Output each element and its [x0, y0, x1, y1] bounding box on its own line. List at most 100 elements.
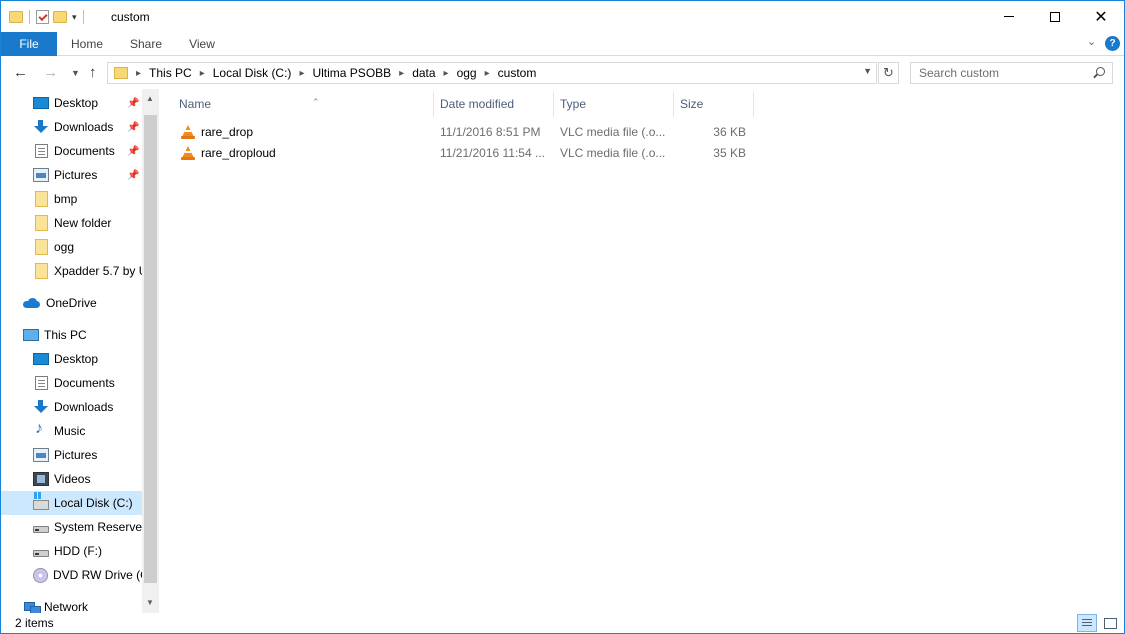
file-row[interactable]: rare_droploud 11/21/2016 11:54 ... VLC m… — [173, 143, 754, 164]
downloads-icon — [33, 120, 49, 134]
large-icons-view-icon[interactable] — [1100, 614, 1120, 632]
new-folder-icon[interactable] — [53, 11, 67, 23]
file-list: ⌃ Name Date modified Type Size rare_drop… — [160, 89, 1124, 613]
search-input[interactable] — [911, 63, 1081, 83]
column-header-label: Type — [560, 97, 587, 111]
file-type: VLC media file (.o... — [560, 146, 666, 160]
item-count: 2 items — [15, 616, 54, 630]
folder-icon — [35, 263, 48, 279]
sidebar-item-pc-documents[interactable]: Documents — [1, 371, 142, 395]
sidebar-item-hdd[interactable]: HDD (F:) — [1, 539, 142, 563]
tab-file[interactable]: File — [1, 32, 57, 56]
details-view-icon[interactable] — [1077, 614, 1097, 632]
address-bar[interactable]: ▸ This PC ▸ Local Disk (C:) ▸ Ultima PSO… — [107, 62, 877, 84]
sidebar-item-pc-pictures[interactable]: Pictures — [1, 443, 142, 467]
customize-toolbar-chevron-icon[interactable]: ▾ — [72, 12, 77, 23]
sidebar-item-pc-videos[interactable]: Videos — [1, 467, 142, 491]
tab-share[interactable]: Share — [123, 32, 169, 56]
forward-arrow-icon[interactable]: → — [43, 64, 58, 81]
drive-icon — [33, 549, 49, 557]
breadcrumb-this-pc[interactable]: This PC — [149, 66, 192, 80]
title-bar: ▾ custom ✕ — [1, 1, 1124, 32]
sidebar-item-documents[interactable]: Documents 📌 — [1, 139, 142, 163]
back-arrow-icon[interactable]: ← — [13, 64, 28, 81]
scroll-down-icon[interactable]: ▼ — [146, 598, 154, 607]
sidebar-item-ogg[interactable]: ogg — [1, 235, 142, 259]
search-box[interactable] — [910, 62, 1113, 84]
column-header-type[interactable]: Type — [554, 92, 674, 117]
sidebar-item-label: Videos — [54, 472, 91, 486]
sidebar-item-label: Documents — [54, 376, 115, 390]
chevron-right-icon[interactable]: ▸ — [444, 68, 449, 79]
sidebar-item-new-folder[interactable]: New folder — [1, 211, 142, 235]
sidebar-item-label: Desktop — [54, 352, 99, 366]
sidebar-item-label: Local Disk (C:) — [54, 496, 133, 510]
downloads-icon — [33, 400, 49, 414]
chevron-right-icon[interactable]: ▸ — [299, 68, 304, 79]
navigation-scrollbar[interactable]: ▲ ▼ — [142, 89, 159, 613]
minimize-icon — [1004, 16, 1014, 17]
windows-drive-icon — [33, 492, 49, 510]
sidebar-item-pc-downloads[interactable]: Downloads — [1, 395, 142, 419]
breadcrumb-ultima-psobb[interactable]: Ultima PSOBB — [312, 66, 391, 80]
sidebar-item-label: Downloads — [54, 120, 114, 134]
recent-locations-chevron-icon[interactable]: ▼ — [71, 68, 80, 78]
window-title: custom — [111, 10, 150, 24]
scroll-up-icon[interactable]: ▲ — [146, 94, 154, 103]
sidebar-item-label: Xpadder 5.7 by U — [54, 264, 142, 278]
sidebar-item-pc-music[interactable]: Music — [1, 419, 142, 443]
sidebar-item-bmp[interactable]: bmp — [1, 187, 142, 211]
file-type: VLC media file (.o... — [560, 125, 666, 139]
sidebar-item-this-pc[interactable]: This PC — [1, 323, 142, 347]
tab-view[interactable]: View — [181, 32, 223, 56]
this-pc-icon — [23, 329, 39, 341]
chevron-right-icon[interactable]: ▸ — [136, 68, 141, 79]
column-header-date-modified[interactable]: Date modified — [434, 92, 554, 117]
breadcrumb-custom[interactable]: custom — [498, 66, 537, 80]
breadcrumb-ogg[interactable]: ogg — [457, 66, 477, 80]
sidebar-item-system-reserved[interactable]: System Reserved — [1, 515, 142, 539]
file-size: 35 KB — [713, 146, 746, 160]
vlc-icon — [181, 146, 195, 161]
search-icon[interactable] — [1096, 67, 1105, 76]
navigation-bar: ← → ▼ ↑ ▸ This PC ▸ Local Disk (C:) ▸ Ul… — [1, 57, 1124, 89]
column-header-size[interactable]: Size — [674, 92, 754, 117]
column-header-name[interactable]: ⌃ Name — [173, 92, 434, 117]
chevron-right-icon[interactable]: ▸ — [485, 68, 490, 79]
tab-home[interactable]: Home — [62, 32, 112, 56]
file-date-modified: 11/21/2016 11:54 ... — [440, 146, 545, 160]
file-row[interactable]: rare_drop 11/1/2016 8:51 PM VLC media fi… — [173, 122, 754, 143]
refresh-button[interactable]: ↻ — [878, 62, 899, 84]
pin-icon: 📌 — [127, 121, 140, 133]
up-arrow-icon[interactable]: ↑ — [89, 64, 97, 81]
minimize-button[interactable] — [986, 1, 1032, 32]
close-button[interactable]: ✕ — [1078, 1, 1124, 32]
maximize-button[interactable] — [1032, 1, 1078, 32]
breadcrumb-data[interactable]: data — [412, 66, 435, 80]
quick-access-toolbar: ▾ — [9, 7, 86, 27]
sidebar-item-onedrive[interactable]: OneDrive — [1, 291, 142, 315]
help-icon[interactable]: ? — [1105, 36, 1120, 51]
scrollbar-thumb[interactable] — [144, 115, 157, 583]
expand-ribbon-chevron-icon[interactable]: ⌄ — [1087, 35, 1096, 48]
sidebar-item-desktop[interactable]: Desktop 📌 — [1, 91, 142, 115]
properties-icon[interactable] — [36, 10, 49, 24]
sidebar-item-local-disk[interactable]: Local Disk (C:) — [1, 491, 142, 515]
address-history-chevron-icon[interactable]: ▼ — [863, 66, 872, 76]
sidebar-item-network[interactable]: Network — [1, 595, 142, 613]
sidebar-item-dvd-drive[interactable]: DVD RW Drive (C — [1, 563, 142, 587]
sidebar-item-label: DVD RW Drive (C — [53, 568, 142, 582]
folder-icon — [9, 11, 23, 23]
chevron-right-icon[interactable]: ▸ — [399, 68, 404, 79]
column-header-label: Size — [680, 97, 704, 111]
chevron-right-icon[interactable]: ▸ — [200, 68, 205, 79]
refresh-icon: ↻ — [883, 65, 894, 80]
folder-icon — [35, 239, 48, 255]
sidebar-item-xpadder[interactable]: Xpadder 5.7 by U — [1, 259, 142, 283]
breadcrumb-local-disk[interactable]: Local Disk (C:) — [213, 66, 292, 80]
sidebar-item-downloads[interactable]: Downloads 📌 — [1, 115, 142, 139]
sidebar-item-pictures[interactable]: Pictures 📌 — [1, 163, 142, 187]
toolbar-divider — [82, 10, 84, 24]
sidebar-item-pc-desktop[interactable]: Desktop — [1, 347, 142, 371]
sidebar-item-label: Downloads — [54, 400, 114, 414]
